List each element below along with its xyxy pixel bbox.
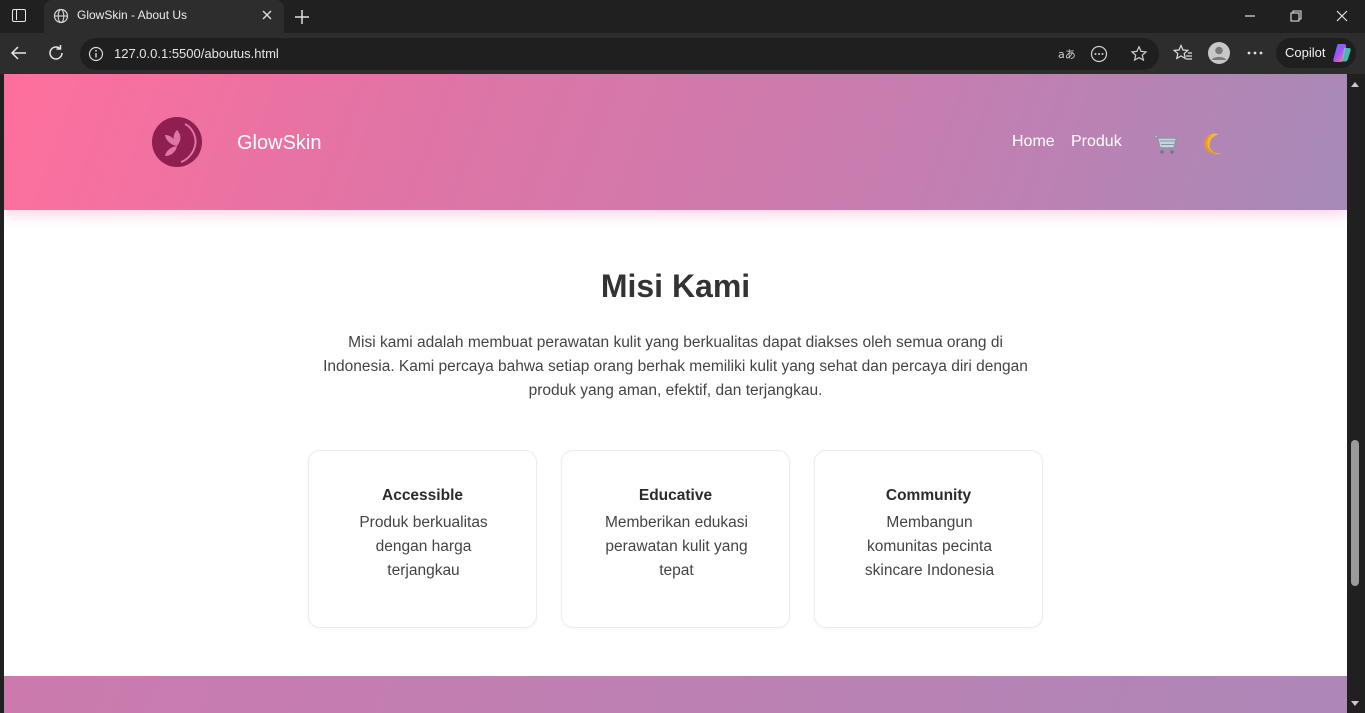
tab-actions-icon[interactable]	[10, 7, 30, 25]
new-tab-icon[interactable]	[292, 7, 312, 27]
copilot-label: Copilot	[1285, 45, 1326, 60]
mission-card-community: Community Membangun komunitas pecinta sk…	[814, 450, 1043, 628]
moon-icon[interactable]	[1202, 132, 1226, 156]
nav-produk-link[interactable]: Produk	[1071, 133, 1122, 151]
next-section-band	[4, 676, 1347, 713]
mission-card-educative: Educative Memberikan edukasi perawatan k…	[561, 450, 790, 628]
card-title: Community	[885, 487, 972, 504]
minimize-icon	[1245, 15, 1255, 17]
leaf-face-logo-icon[interactable]	[151, 116, 203, 168]
page-viewport: GlowSkin Home Produk Misi Kami Misi kami…	[4, 74, 1347, 713]
favorite-star-icon[interactable]	[1130, 45, 1148, 63]
profile-avatar-icon[interactable]	[1208, 42, 1230, 64]
browser-tab-bar: GlowSkin - About Us	[0, 0, 1365, 33]
close-tab-icon[interactable]	[260, 8, 274, 22]
back-arrow-icon[interactable]	[9, 43, 29, 63]
nav-home-link[interactable]: Home	[1012, 133, 1055, 151]
site-info-icon[interactable]	[88, 46, 104, 62]
more-menu-icon[interactable]	[1245, 43, 1265, 63]
mission-title: Misi Kami	[600, 268, 751, 304]
translate-icon[interactable]: aあ	[1057, 45, 1075, 63]
minimize-button[interactable]	[1227, 0, 1273, 33]
brand-name[interactable]: GlowSkin	[237, 132, 321, 155]
browser-tab-active[interactable]: GlowSkin - About Us	[44, 0, 284, 33]
restore-icon	[1290, 10, 1302, 22]
restore-button[interactable]	[1273, 0, 1319, 33]
page-scrollbar[interactable]	[1347, 74, 1365, 713]
cart-icon[interactable]	[1152, 132, 1178, 156]
reading-mode-icon[interactable]	[1090, 45, 1108, 63]
scroll-up-arrow-icon[interactable]	[1350, 80, 1360, 88]
card-title: Accessible	[382, 487, 463, 504]
scrollbar-thumb[interactable]	[1351, 440, 1359, 586]
address-bar[interactable]: 127.0.0.1:5500/aboutus.html aあ	[80, 38, 1159, 70]
close-window-button[interactable]	[1319, 0, 1365, 33]
refresh-icon[interactable]	[46, 43, 66, 63]
copilot-logo-icon	[1333, 44, 1351, 62]
card-title: Educative	[638, 487, 713, 504]
close-window-icon	[1336, 10, 1348, 22]
tab-title: GlowSkin - About Us	[77, 8, 188, 22]
card-description: Memberikan edukasi perawatan kulit yang …	[604, 514, 748, 579]
globe-icon	[53, 8, 69, 24]
card-description: Membangun komunitas pecinta skincare Ind…	[864, 514, 995, 579]
url-text[interactable]: 127.0.0.1:5500/aboutus.html	[114, 46, 279, 61]
copilot-button[interactable]: Copilot	[1276, 38, 1356, 68]
site-header: GlowSkin Home Produk	[4, 74, 1347, 210]
mission-card-accessible: Accessible Produk berkualitas dengan har…	[308, 450, 537, 628]
scroll-down-arrow-icon[interactable]	[1350, 700, 1360, 708]
svg-text:aあ: aあ	[1058, 48, 1075, 61]
card-description: Produk berkualitas dengan harga terjangk…	[359, 514, 488, 579]
browser-toolbar: 127.0.0.1:5500/aboutus.html aあ Copilot	[0, 33, 1365, 74]
favorites-icon[interactable]	[1173, 43, 1193, 63]
mission-text: Misi kami adalah membuat perawatan kulit…	[323, 334, 1028, 399]
